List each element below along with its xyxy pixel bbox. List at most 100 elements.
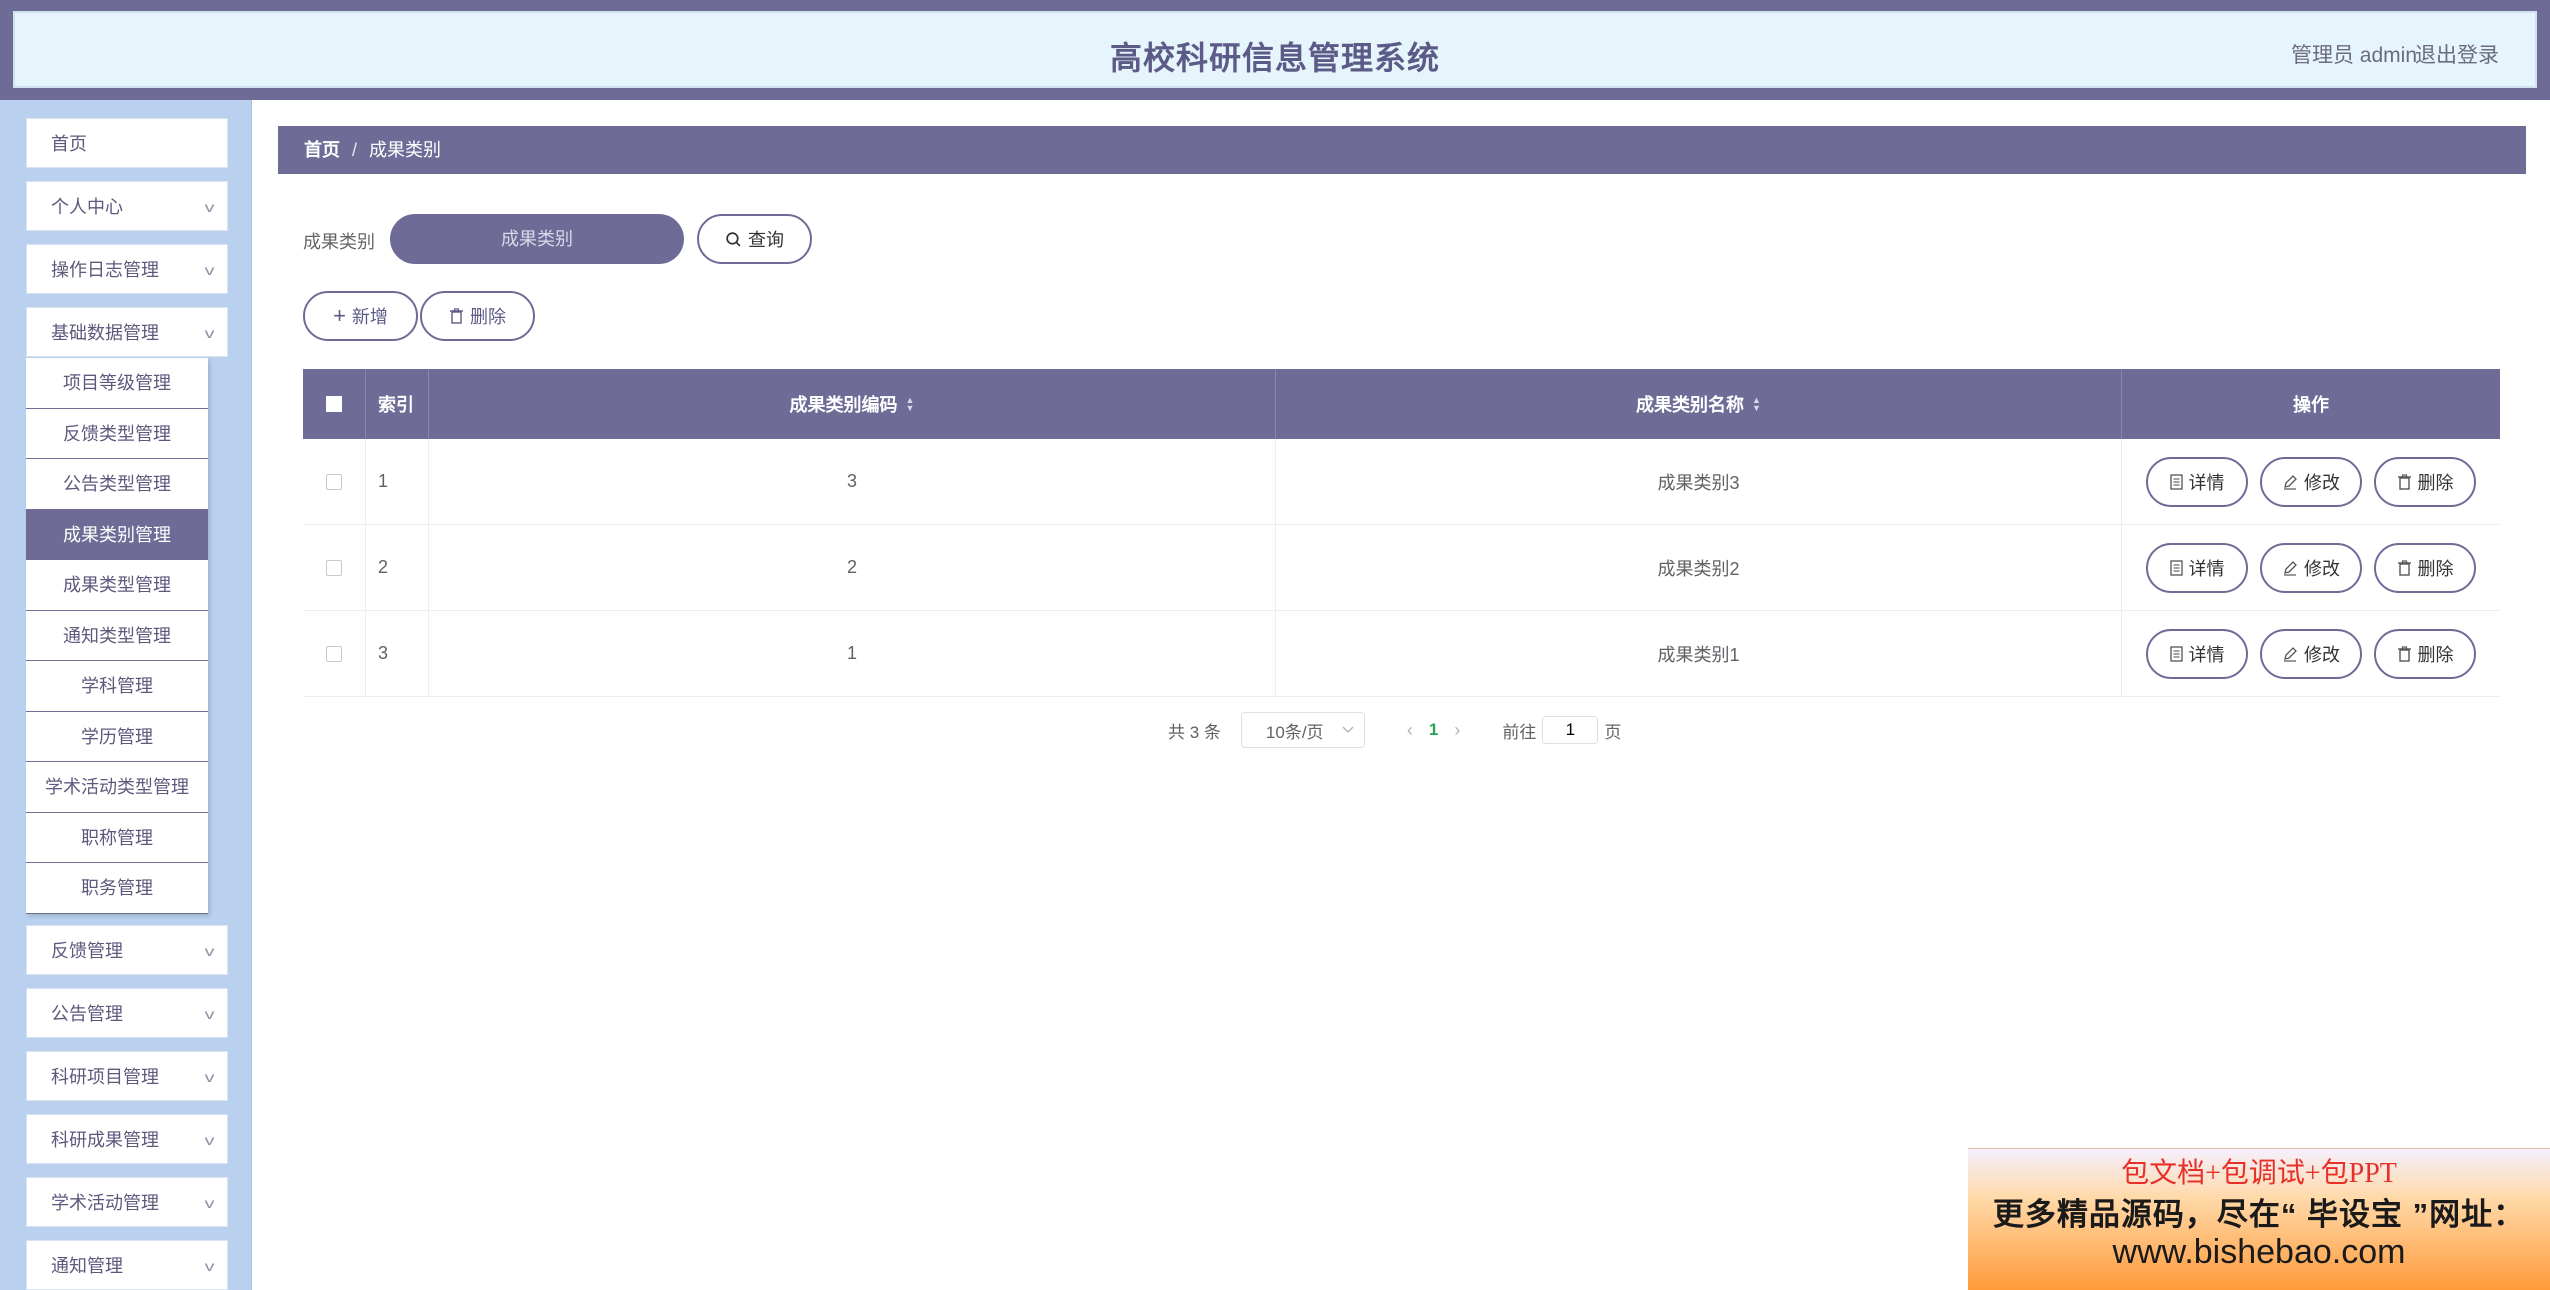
sidebar-item-label: 通知管理: [51, 1256, 123, 1276]
submenu-item-education[interactable]: 学历管理: [26, 712, 208, 762]
page-size-select[interactable]: 10条/页: [1240, 712, 1365, 748]
row-ops: 详情 修改 删除: [2122, 611, 2500, 696]
row-code: 2: [429, 525, 1276, 610]
submenu-item-achievement-category[interactable]: 成果类别管理: [26, 509, 208, 560]
header-code: 成果类别编码: [789, 395, 898, 415]
sidebar-item-profile[interactable]: 个人中心 v: [26, 181, 228, 231]
pagination-total: 共 3 条: [1168, 722, 1221, 742]
row-index: 1: [366, 439, 429, 524]
row-code: 1: [429, 611, 1276, 696]
delete-button-label: 删除: [2417, 558, 2454, 579]
detail-button[interactable]: 详情: [2146, 542, 2248, 593]
delete-button[interactable]: 删除: [2374, 542, 2476, 593]
trash-icon: [2397, 645, 2411, 662]
row-name: 成果类别3: [1276, 439, 2122, 524]
edit-button-label: 修改: [2304, 472, 2340, 493]
detail-button-label: 详情: [2188, 472, 2225, 493]
sidebar-item-label: 首页: [51, 134, 87, 154]
sidebar-item-feedback[interactable]: 反馈管理 v: [26, 925, 228, 975]
row-checkbox[interactable]: [326, 559, 342, 576]
row-ops: 详情 修改 删除: [2122, 439, 2500, 524]
row-checkbox[interactable]: [326, 473, 342, 490]
header-index: 索引: [366, 369, 429, 439]
goto-prefix: 前往: [1502, 722, 1537, 742]
goto-suffix: 页: [1604, 722, 1622, 742]
header-name-cell[interactable]: 成果类别名称 ▲ ▼: [1276, 369, 2122, 439]
batch-delete-button[interactable]: 删除: [420, 291, 535, 341]
table-row: 3 1 成果类别1 详情 修改 删除: [303, 611, 2500, 697]
logout-link[interactable]: 退出登录: [2415, 39, 2499, 69]
detail-button[interactable]: 详情: [2146, 456, 2248, 507]
edit-button[interactable]: 修改: [2260, 628, 2362, 679]
admin-user-label: 管理员 admin: [2290, 44, 2417, 67]
row-select-cell: [303, 439, 366, 524]
submenu-item-feedback-type[interactable]: 反馈类型管理: [26, 409, 208, 459]
edit-icon: [2284, 646, 2297, 662]
chevron-down-icon: v: [204, 1006, 215, 1022]
pagination: 共 3 条 10条/页 ‹ 1 › 前往 页: [1168, 712, 1621, 748]
add-button-label: 新增: [351, 307, 388, 327]
batch-delete-label: 删除: [470, 307, 506, 327]
header-code-cell[interactable]: 成果类别编码 ▲ ▼: [429, 369, 1276, 439]
sidebar-item-notify[interactable]: 通知管理 v: [26, 1240, 228, 1290]
sidebar-item-project[interactable]: 科研项目管理 v: [26, 1051, 228, 1101]
prev-page-icon[interactable]: ‹: [1407, 720, 1413, 741]
submenu-item-notice-type[interactable]: 公告类型管理: [26, 459, 208, 510]
delete-button[interactable]: 删除: [2374, 628, 2476, 679]
row-name: 成果类别1: [1276, 611, 2122, 696]
row-name: 成果类别2: [1276, 525, 2122, 610]
sidebar-item-oplog[interactable]: 操作日志管理 v: [26, 244, 228, 294]
goto-page-input[interactable]: [1542, 716, 1599, 744]
sidebar-item-label: 操作日志管理: [51, 260, 159, 280]
chevron-down-icon: v: [204, 1195, 215, 1211]
edit-icon: [2284, 474, 2297, 490]
sidebar-item-notice[interactable]: 公告管理 v: [26, 988, 228, 1038]
add-button[interactable]: + 新增: [303, 291, 418, 341]
row-index: 3: [366, 611, 429, 696]
table-header: 索引 成果类别编码 ▲ ▼ 成果类别名称 ▲ ▼ 操作: [303, 369, 2500, 439]
query-button[interactable]: 查询: [697, 214, 812, 264]
page-number-active[interactable]: 1: [1429, 720, 1438, 740]
sidebar-item-label: 反馈管理: [51, 941, 123, 961]
sidebar-item-home[interactable]: 首页: [26, 118, 228, 168]
submenu-item-project-level[interactable]: 项目等级管理: [26, 358, 208, 409]
submenu-item-position[interactable]: 职务管理: [26, 863, 208, 914]
submenu-item-subject[interactable]: 学科管理: [26, 661, 208, 712]
header-name: 成果类别名称: [1636, 395, 1745, 415]
search-input[interactable]: [390, 214, 684, 264]
submenu-item-activity-type[interactable]: 学术活动类型管理: [26, 762, 208, 813]
table-row: 1 3 成果类别3 详情 修改 删除: [303, 439, 2500, 525]
sidebar-item-basedata[interactable]: 基础数据管理 v: [26, 307, 228, 357]
chevron-down-icon: v: [204, 199, 215, 215]
next-page-icon[interactable]: ›: [1454, 720, 1460, 741]
sidebar-item-label: 个人中心: [51, 197, 123, 217]
header-bar: 高校科研信息管理系统 管理员 admin 退出登录: [13, 11, 2537, 88]
sort-icon: ▲ ▼: [905, 395, 915, 413]
ad-banner[interactable]: 包文档+包调试+包PPT 更多精品源码，尽在“ 毕设宝 ”网址： www.bis…: [1968, 1148, 2550, 1290]
sidebar-item-label: 科研项目管理: [51, 1067, 159, 1087]
chevron-down-icon: v: [204, 325, 215, 341]
header-ops: 操作: [2293, 395, 2329, 415]
edit-button[interactable]: 修改: [2260, 542, 2362, 593]
row-select-cell: [303, 611, 366, 696]
edit-button[interactable]: 修改: [2260, 456, 2362, 507]
sidebar-item-activity[interactable]: 学术活动管理 v: [26, 1177, 228, 1227]
select-all-checkbox[interactable]: [326, 396, 342, 412]
detail-button[interactable]: 详情: [2146, 628, 2248, 679]
sidebar-item-achievement[interactable]: 科研成果管理 v: [26, 1114, 228, 1164]
chevron-down-icon: [1342, 726, 1354, 733]
trash-icon: [450, 308, 463, 324]
row-ops: 详情 修改 删除: [2122, 525, 2500, 610]
submenu-basedata: 项目等级管理 反馈类型管理 公告类型管理 成果类别管理 成果类型管理 通知类型管…: [26, 358, 208, 914]
submenu-item-notify-type[interactable]: 通知类型管理: [26, 611, 208, 661]
delete-button[interactable]: 删除: [2374, 456, 2476, 507]
row-checkbox[interactable]: [326, 645, 342, 662]
row-code: 3: [429, 439, 1276, 524]
ad-line-2: 更多精品源码，尽在“ 毕设宝 ”网址：: [1992, 1197, 2526, 1232]
document-icon: [2169, 645, 2183, 662]
breadcrumb-home[interactable]: 首页: [304, 140, 340, 160]
submenu-item-achievement-type[interactable]: 成果类型管理: [26, 560, 208, 611]
table-row: 2 2 成果类别2 详情 修改 删除: [303, 525, 2500, 611]
data-table: 索引 成果类别编码 ▲ ▼ 成果类别名称 ▲ ▼ 操作 1 3 成果类别3 详情 修…: [303, 369, 2500, 697]
submenu-item-title[interactable]: 职称管理: [26, 813, 208, 863]
